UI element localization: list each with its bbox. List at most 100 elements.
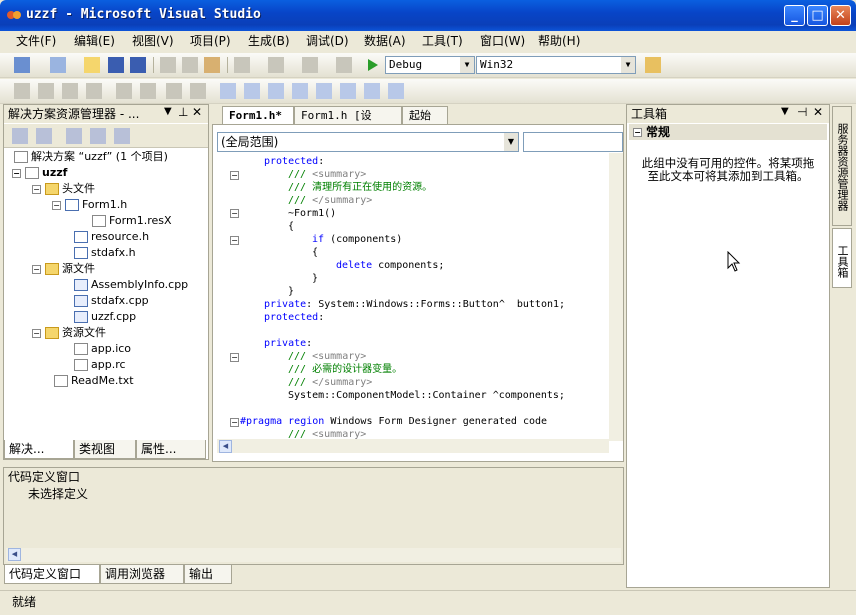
code-line[interactable]: System::ComponentModel::Container ^compo… — [240, 389, 565, 402]
paste-icon[interactable] — [204, 57, 220, 73]
next-bookmark-icon[interactable] — [268, 83, 284, 99]
collapse-icon[interactable]: − — [12, 168, 21, 178]
tab-form1-designer[interactable]: Form1.h [设计]* — [294, 106, 402, 139]
redo-icon[interactable] — [268, 57, 284, 73]
view-code-icon[interactable] — [66, 128, 82, 144]
collapse-region-icon[interactable]: − — [230, 418, 239, 427]
menu-build[interactable]: 生成(B) — [242, 33, 296, 50]
code-line[interactable]: ~Form1() — [240, 207, 336, 220]
tree-item-uzzf-cpp[interactable]: uzzf.cpp — [74, 309, 136, 325]
tree-item-readme-txt[interactable]: ReadMe.txt — [54, 373, 134, 389]
tab-form1-h[interactable]: Form1.h* — [222, 106, 294, 124]
solution-platform-select[interactable]: Win32 ▼ — [476, 56, 636, 74]
tab-code-definition[interactable]: 代码定义窗口 — [4, 565, 100, 584]
previous-bookmark-document-icon[interactable] — [340, 83, 356, 99]
code-line[interactable]: /// 必需的设计器变量。 — [240, 363, 402, 376]
save-icon[interactable] — [108, 57, 124, 73]
find-in-files-icon[interactable] — [645, 57, 661, 73]
tree-item-project[interactable]: − uzzf — [12, 165, 67, 181]
tab-start-page[interactable]: 起始页 — [402, 106, 448, 139]
decrease-indent-icon[interactable] — [116, 83, 132, 99]
maximize-button[interactable]: □ — [807, 5, 828, 26]
scroll-left-icon[interactable]: ◀ — [219, 440, 232, 453]
previous-bookmark-icon[interactable] — [244, 83, 260, 99]
save-all-icon[interactable] — [130, 57, 146, 73]
tab-properties[interactable]: 属性... — [136, 440, 206, 459]
add-item-icon[interactable] — [50, 57, 66, 73]
pin-icon[interactable]: ⊣ — [797, 105, 807, 119]
class-diagram-icon[interactable] — [114, 128, 130, 144]
collapse-region-icon[interactable]: − — [230, 353, 239, 362]
title-bar[interactable]: uzzf - Microsoft Visual Studio _ □ ✕ — [0, 0, 856, 31]
code-line[interactable]: if (components) — [240, 233, 402, 246]
dropdown-icon[interactable]: ▼ — [164, 106, 172, 117]
collapse-icon[interactable]: − — [32, 184, 41, 194]
menu-debug[interactable]: 调试(D) — [300, 33, 355, 50]
comment-out-icon[interactable] — [166, 83, 182, 99]
tab-solution-explorer[interactable]: 解决... — [4, 440, 74, 459]
side-tab-toolbox[interactable]: 工具箱 — [832, 228, 852, 288]
member-select[interactable] — [523, 132, 623, 152]
tree-item-form1-resx[interactable]: Form1.resX — [92, 213, 172, 229]
close-icon[interactable]: ✕ — [192, 105, 202, 119]
properties-icon[interactable] — [36, 128, 52, 144]
previous-bookmark-folder-icon[interactable] — [292, 83, 308, 99]
tree-item-header-files[interactable]: − 头文件 — [32, 181, 95, 197]
next-bookmark-folder-icon[interactable] — [316, 83, 332, 99]
tab-call-browser[interactable]: 调用浏览器 — [100, 565, 184, 584]
tree-item-form1-h[interactable]: − Form1.h — [52, 197, 127, 213]
display-parameter-info-icon[interactable] — [38, 83, 54, 99]
code-line[interactable]: private: — [240, 337, 312, 350]
view-designer-icon[interactable] — [90, 128, 106, 144]
collapse-icon[interactable]: − — [32, 264, 41, 274]
code-line[interactable]: protected: — [240, 155, 324, 168]
horizontal-scrollbar[interactable] — [217, 439, 609, 453]
code-line[interactable]: /// 清理所有正在使用的资源。 — [240, 181, 432, 194]
code-line[interactable]: /// </summary> — [240, 194, 372, 207]
show-all-files-icon[interactable] — [12, 128, 28, 144]
pin-icon[interactable]: ⊥ — [178, 105, 188, 119]
code-line[interactable]: { — [240, 220, 294, 233]
scroll-left-icon[interactable]: ◀ — [8, 548, 21, 561]
solution-configuration-select[interactable]: Debug ▼ — [385, 56, 475, 74]
code-line[interactable]: /// <summary> — [240, 350, 366, 363]
uncomment-icon[interactable] — [190, 83, 206, 99]
start-debugging-icon[interactable] — [366, 57, 380, 73]
tree-item-assemblyinfo-cpp[interactable]: AssemblyInfo.cpp — [74, 277, 188, 293]
display-quick-info-icon[interactable] — [62, 83, 78, 99]
tree-item-resource-h[interactable]: resource.h — [74, 229, 149, 245]
tree-item-stdafx-h[interactable]: stdafx.h — [74, 245, 136, 261]
menu-view[interactable]: 视图(V) — [126, 33, 180, 50]
copy-icon[interactable] — [182, 57, 198, 73]
tree-item-app-ico[interactable]: app.ico — [74, 341, 131, 357]
code-line[interactable]: protected: — [240, 311, 324, 324]
cut-icon[interactable] — [160, 57, 176, 73]
dropdown-icon[interactable]: ▼ — [781, 106, 789, 117]
display-word-completion-icon[interactable] — [86, 83, 102, 99]
code-line[interactable]: /// </summary> — [240, 376, 372, 389]
clear-bookmarks-icon[interactable] — [388, 83, 404, 99]
code-line[interactable]: delete components; — [240, 259, 444, 272]
code-line[interactable]: /// <summary> — [240, 428, 366, 440]
tree-item-solution[interactable]: 解决方案 “uzzf” (1 个项目) — [14, 149, 168, 165]
open-file-icon[interactable] — [84, 57, 100, 73]
tab-output[interactable]: 输出 — [184, 565, 232, 584]
navigate-forward-icon[interactable] — [336, 57, 352, 73]
toggle-bookmark-icon[interactable] — [220, 83, 236, 99]
code-line[interactable]: /// <summary> — [240, 168, 366, 181]
tab-class-view[interactable]: 类视图 — [74, 440, 136, 459]
toolbox-section-general[interactable]: − 常规 — [629, 124, 827, 140]
collapse-icon[interactable]: − — [633, 128, 642, 137]
code-line[interactable]: { — [240, 246, 318, 259]
undo-icon[interactable] — [234, 57, 250, 73]
code-line[interactable]: #pragma region Windows Form Designer gen… — [240, 415, 547, 428]
new-project-icon[interactable] — [14, 57, 30, 73]
scope-select[interactable]: (全局范围) ▼ — [217, 132, 519, 152]
tree-item-app-rc[interactable]: app.rc — [74, 357, 126, 373]
collapse-icon[interactable]: − — [32, 328, 41, 338]
increase-indent-icon[interactable] — [140, 83, 156, 99]
display-object-member-list-icon[interactable] — [14, 83, 30, 99]
menu-data[interactable]: 数据(A) — [358, 33, 412, 50]
collapse-icon[interactable]: − — [52, 200, 61, 210]
side-tab-server-explorer[interactable]: 服务器资源管理器 — [832, 106, 852, 226]
